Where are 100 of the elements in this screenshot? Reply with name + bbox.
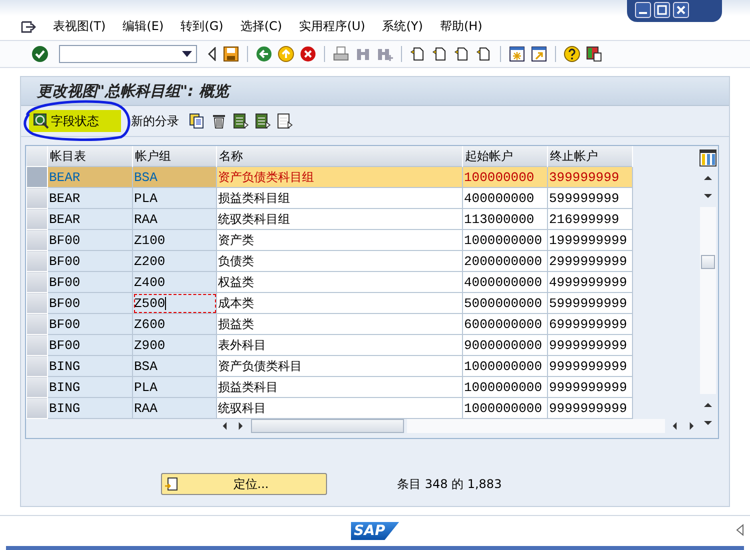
column-header[interactable]: 名称 <box>216 146 462 166</box>
table-cell: 4000000000 <box>462 272 548 292</box>
table-cell: 权益类 <box>216 272 462 292</box>
column-settings-icon[interactable] <box>699 149 717 167</box>
table-cell: 4999999999 <box>548 272 632 292</box>
table-cell: 9999999999 <box>548 356 632 376</box>
field-status-button[interactable]: 字段状态 <box>29 110 121 132</box>
scrollbar-thumb[interactable] <box>701 255 715 269</box>
layout-icon[interactable] <box>586 46 602 62</box>
table-cell: PLA <box>132 188 216 208</box>
maximize-icon[interactable] <box>654 2 670 18</box>
menu-item[interactable]: 系统(Y) <box>382 18 423 35</box>
table-cell: 成本类 <box>216 292 462 314</box>
table-cell: 6999999999 <box>548 314 632 334</box>
table-cell: 9999999999 <box>548 334 632 356</box>
close-icon[interactable] <box>673 2 689 18</box>
menu-item[interactable]: 转到(G) <box>180 18 224 35</box>
table-cell: Z500 <box>132 292 216 314</box>
copy-icon[interactable] <box>189 113 205 129</box>
trash-icon[interactable] <box>211 113 227 129</box>
menu-item[interactable]: 编辑(E) <box>122 18 164 35</box>
menu-item[interactable]: 实用程序(U) <box>299 18 366 35</box>
table-cell: 113000000 <box>462 208 548 230</box>
table-cell: 表外科目 <box>216 334 462 356</box>
table-cell: 统驭类科目组 <box>216 208 462 230</box>
table-cell: 1000000000 <box>462 356 548 376</box>
table-cell: RAA <box>132 398 216 418</box>
logo: SAP <box>350 522 400 540</box>
table-cell: 9999999999 <box>548 376 632 398</box>
document-arrow-icon[interactable] <box>277 113 293 129</box>
table-cell: 损益类 <box>216 314 462 334</box>
table-cell: BEAR <box>48 208 132 230</box>
help-icon[interactable] <box>564 46 580 62</box>
table-cell: 9000000000 <box>462 334 548 356</box>
column-header[interactable]: 帐目表 <box>48 146 132 166</box>
table-cell: BF00 <box>48 292 132 314</box>
table-cell: 损益类科目组 <box>216 188 462 208</box>
table-cell: RAA <box>132 208 216 230</box>
document-arrow-icon[interactable] <box>255 113 271 129</box>
table-cell: Z400 <box>132 272 216 292</box>
scrollbar-track[interactable] <box>700 207 716 394</box>
table-cell: 1000000000 <box>462 398 548 418</box>
menu-item[interactable]: 表视图(T) <box>53 18 106 35</box>
binoculars-icon[interactable] <box>355 46 371 62</box>
table-cell: 2999999999 <box>548 250 632 272</box>
document-arrow-icon[interactable] <box>233 113 249 129</box>
table-cell: Z900 <box>132 334 216 356</box>
menu-icon[interactable] <box>20 20 36 34</box>
table-cell: 9999999999 <box>548 398 632 418</box>
table-cell: PLA <box>132 376 216 398</box>
scrollbar-track[interactable] <box>406 419 666 433</box>
new-entries-button[interactable]: 新的分录 <box>131 112 183 130</box>
save-icon[interactable] <box>223 46 239 62</box>
column-header[interactable]: 帐户组 <box>132 146 216 166</box>
print-icon[interactable] <box>333 46 349 62</box>
table-cell: BEAR <box>48 166 132 188</box>
table-cell: 216999999 <box>548 208 632 230</box>
page-icon[interactable] <box>476 46 492 62</box>
table-cell: 399999999 <box>548 166 632 188</box>
binoculars-plus-icon[interactable] <box>377 46 393 62</box>
table-cell: 599999999 <box>548 188 632 208</box>
checkmark-icon[interactable] <box>31 45 49 63</box>
page-icon[interactable] <box>432 46 448 62</box>
table-cell: 统驭科目 <box>216 398 462 418</box>
table-cell: 400000000 <box>462 188 548 208</box>
scrollbar-thumb[interactable] <box>250 419 404 433</box>
table-cell: 负债类 <box>216 250 462 272</box>
table-cell: 1000000000 <box>462 376 548 398</box>
menu-item[interactable]: 选择(C) <box>240 18 282 35</box>
page-icon[interactable] <box>410 46 426 62</box>
table-cell: BF00 <box>48 250 132 272</box>
minimize-icon[interactable] <box>635 2 651 18</box>
column-header[interactable]: 终止帐户 <box>548 146 632 166</box>
table-cell: BING <box>48 356 132 376</box>
table-cell: 资产负债类科目组 <box>216 166 462 188</box>
dropdown-arrow-icon[interactable] <box>182 51 192 57</box>
table-cell: BSA <box>132 356 216 376</box>
table-cell: 资产类 <box>216 230 462 250</box>
window-icon[interactable] <box>509 46 525 62</box>
left-triangle-icon[interactable] <box>207 47 217 61</box>
table-cell: 100000000 <box>462 166 548 188</box>
table-cell: 6000000000 <box>462 314 548 334</box>
table-cell: 5999999999 <box>548 292 632 314</box>
table-cell: Z200 <box>132 250 216 272</box>
table-cell: 2000000000 <box>462 250 548 272</box>
table-cell: 损益类科目 <box>216 376 462 398</box>
position-button[interactable]: 定位... <box>161 473 327 495</box>
menu-item[interactable]: 帮助(H) <box>440 18 482 35</box>
table-cell: Z100 <box>132 230 216 250</box>
select-all-cell[interactable] <box>26 146 48 166</box>
left-triangle-icon[interactable] <box>736 524 744 536</box>
table-cell: Z600 <box>132 314 216 334</box>
table-cell: BING <box>48 398 132 418</box>
command-field[interactable] <box>59 45 197 63</box>
page-icon[interactable] <box>454 46 470 62</box>
cancel-icon[interactable] <box>300 46 316 62</box>
column-header[interactable]: 起始帐户 <box>462 146 548 166</box>
table-cell: BING <box>48 376 132 398</box>
table-cell: 资产负债类科目 <box>216 356 462 376</box>
table-cell: 1000000000 <box>462 230 548 250</box>
